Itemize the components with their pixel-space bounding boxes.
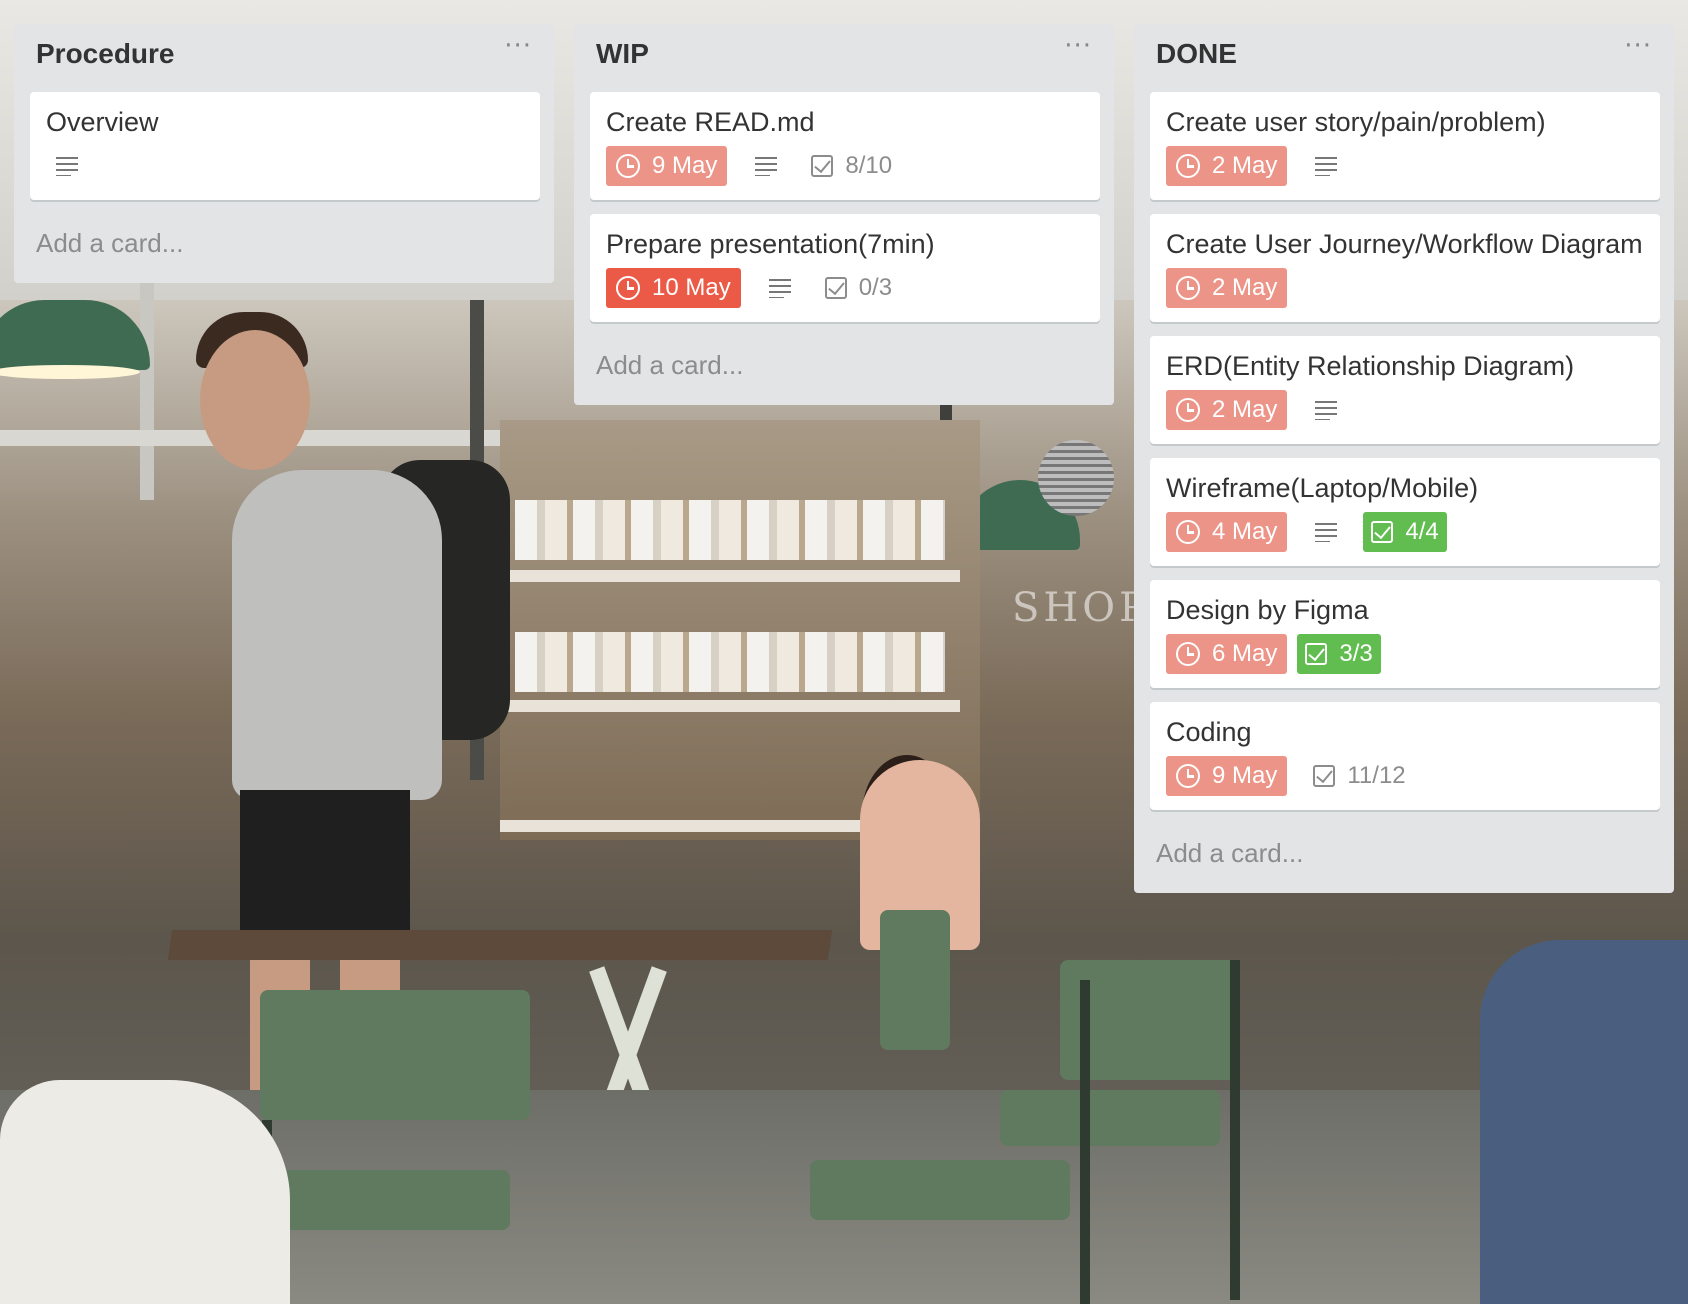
checklist-count: 4/4 (1405, 518, 1439, 545)
description-icon (1315, 400, 1338, 420)
checklist-icon (824, 277, 847, 299)
card-badges: 10 May 0/3 (606, 268, 1084, 308)
due-date-badge[interactable]: 9 May (606, 146, 728, 186)
description-icon (768, 278, 791, 298)
clock-icon (1176, 398, 1200, 422)
clock-icon (1176, 154, 1200, 178)
checklist-icon (1371, 521, 1394, 543)
due-date-badge[interactable]: 9 May (1166, 756, 1288, 796)
card-prepare-presentation[interactable]: Prepare presentation(7min) 10 May 0/3 (590, 214, 1100, 322)
due-date-label: 2 May (1212, 274, 1278, 301)
card-coding[interactable]: Coding 9 May 11/12 (1150, 702, 1660, 810)
card-title: Prepare presentation(7min) (606, 229, 935, 259)
checklist-icon (1305, 643, 1328, 665)
card-badges: 4 May 4/4 (1166, 512, 1644, 552)
add-card-button[interactable]: Add a card... (30, 214, 540, 269)
due-date-badge[interactable]: 2 May (1166, 268, 1288, 308)
card-badges: 9 May 11/12 (1166, 756, 1644, 796)
card-overview[interactable]: Overview (30, 92, 540, 200)
list-header: DONE ··· (1150, 24, 1660, 92)
description-icon (1315, 522, 1338, 542)
due-date-label: 9 May (652, 152, 718, 179)
list-menu-ellipsis-icon[interactable]: ··· (1624, 33, 1652, 59)
checklist-badge: 11/12 (1305, 756, 1413, 796)
list-title[interactable]: WIP (590, 38, 649, 70)
checklist-badge: 0/3 (817, 268, 900, 308)
due-date-badge[interactable]: 4 May (1166, 512, 1288, 552)
add-card-button[interactable]: Add a card... (590, 336, 1100, 391)
checklist-icon (1313, 765, 1336, 787)
list-done: DONE ··· Create user story/pain/problem)… (1134, 24, 1674, 893)
due-date-label: 6 May (1212, 640, 1278, 667)
due-date-label: 4 May (1212, 518, 1278, 545)
add-card-button[interactable]: Add a card... (1150, 824, 1660, 879)
checklist-count: 3/3 (1339, 640, 1373, 667)
list-header: Procedure ··· (30, 24, 540, 92)
card-title: Coding (1166, 717, 1252, 747)
clock-icon (1176, 520, 1200, 544)
clock-icon (616, 154, 640, 178)
clock-icon (1176, 276, 1200, 300)
card-badges: 2 May (1166, 390, 1644, 430)
card-title: Create user story/pain/problem) (1166, 107, 1546, 137)
list-title[interactable]: DONE (1150, 38, 1237, 70)
card-badges (46, 146, 524, 186)
card-badges: 9 May 8/10 (606, 146, 1084, 186)
list-menu-ellipsis-icon[interactable]: ··· (504, 33, 532, 59)
checklist-badge-complete: 4/4 (1363, 512, 1447, 552)
checklist-icon (811, 155, 834, 177)
card-design-figma[interactable]: Design by Figma 6 May 3/3 (1150, 580, 1660, 688)
card-badges: 2 May (1166, 268, 1644, 308)
card-erd[interactable]: ERD(Entity Relationship Diagram) 2 May (1150, 336, 1660, 444)
clock-icon (616, 276, 640, 300)
card-title: Create READ.md (606, 107, 815, 137)
checklist-badge: 8/10 (803, 146, 900, 186)
card-title: Create User Journey/Workflow Diagram (1166, 229, 1643, 259)
due-date-label: 10 May (652, 274, 731, 301)
due-date-label: 9 May (1212, 762, 1278, 789)
list-procedure: Procedure ··· Overview Add a card... (14, 24, 554, 283)
checklist-count: 8/10 (845, 152, 893, 179)
card-title: Overview (46, 107, 159, 137)
due-date-label: 2 May (1212, 396, 1278, 423)
card-user-journey[interactable]: Create User Journey/Workflow Diagram 2 M… (1150, 214, 1660, 322)
list-title[interactable]: Procedure (30, 38, 175, 70)
clock-icon (1176, 764, 1200, 788)
card-title: Design by Figma (1166, 595, 1369, 625)
clock-icon (1176, 642, 1200, 666)
card-title: Wireframe(Laptop/Mobile) (1166, 473, 1479, 503)
due-date-badge[interactable]: 2 May (1166, 390, 1288, 430)
board: Procedure ··· Overview Add a card... WIP… (0, 0, 1688, 1304)
due-date-label: 2 May (1212, 152, 1278, 179)
due-date-badge[interactable]: 2 May (1166, 146, 1288, 186)
card-wireframe[interactable]: Wireframe(Laptop/Mobile) 4 May 4/4 (1150, 458, 1660, 566)
card-create-readme[interactable]: Create READ.md 9 May 8/10 (590, 92, 1100, 200)
list-wip: WIP ··· Create READ.md 9 May 8/10 Prepar… (574, 24, 1114, 405)
checklist-badge-complete: 3/3 (1297, 634, 1381, 674)
description-icon (56, 156, 78, 176)
card-user-story[interactable]: Create user story/pain/problem) 2 May (1150, 92, 1660, 200)
checklist-count: 11/12 (1347, 762, 1406, 789)
card-title: ERD(Entity Relationship Diagram) (1166, 351, 1575, 381)
due-date-badge[interactable]: 10 May (606, 268, 741, 308)
list-header: WIP ··· (590, 24, 1100, 92)
card-badges: 6 May 3/3 (1166, 634, 1644, 674)
description-icon (1315, 156, 1338, 176)
checklist-count: 0/3 (858, 274, 893, 301)
due-date-badge[interactable]: 6 May (1166, 634, 1288, 674)
card-badges: 2 May (1166, 146, 1644, 186)
list-menu-ellipsis-icon[interactable]: ··· (1064, 33, 1092, 59)
description-icon (755, 156, 778, 176)
